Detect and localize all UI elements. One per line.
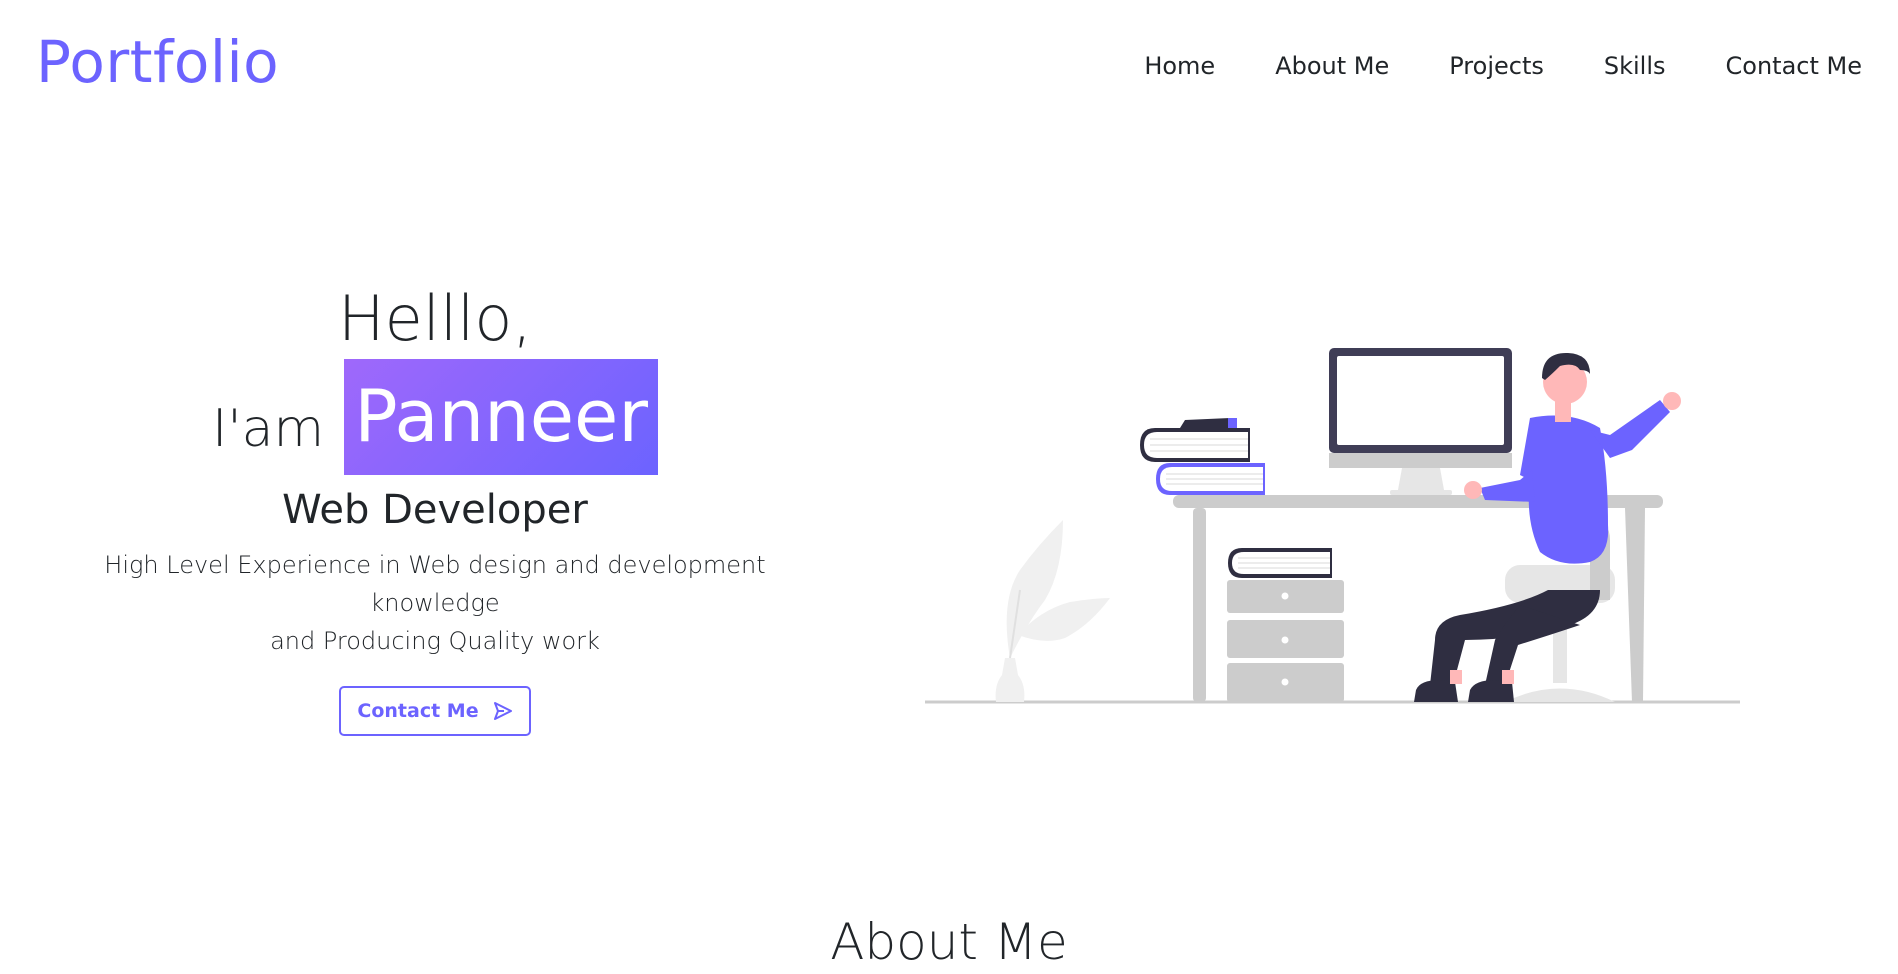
- nav-item-about[interactable]: About Me: [1275, 48, 1389, 84]
- nav-item-home[interactable]: Home: [1144, 48, 1215, 84]
- nav-item-contact[interactable]: Contact Me: [1726, 48, 1862, 84]
- nav-links: Home About Me Projects Skills Contact Me: [1084, 48, 1862, 84]
- desk-illustration: [925, 348, 1740, 704]
- book-icon: [1228, 548, 1332, 578]
- plant-icon: [995, 520, 1110, 702]
- hero-intro: Helllo, I'am Panneer Web Developer High …: [40, 280, 830, 736]
- contact-me-button[interactable]: Contact Me: [339, 686, 531, 736]
- hero-name-line: I'am Panneer: [40, 358, 830, 476]
- hero-name-highlight: Panneer: [344, 359, 658, 475]
- nav-item-projects[interactable]: Projects: [1449, 48, 1544, 84]
- hero-greeting: Helllo,: [337, 282, 533, 355]
- hero-description-line1: High Level Experience in Web design and …: [104, 551, 766, 617]
- contact-me-button-label: Contact Me: [357, 700, 479, 722]
- monitor-icon: [1329, 348, 1512, 495]
- hero-description-line2: and Producing Quality work: [270, 627, 600, 655]
- hero-role: Web Developer: [282, 487, 588, 533]
- brand-logo[interactable]: Portfolio: [36, 28, 279, 98]
- nav-item-skills[interactable]: Skills: [1604, 48, 1666, 84]
- hero-description: High Level Experience in Web design and …: [40, 546, 830, 660]
- desk-leg-right: [1625, 508, 1645, 702]
- hero-illustration: [920, 340, 1740, 710]
- hero-iam: I'am: [212, 399, 325, 459]
- desk-leg-left: [1193, 508, 1206, 702]
- books-stack-icon: [1140, 418, 1265, 495]
- send-icon: [493, 702, 513, 720]
- about-section-title: About Me: [830, 913, 1068, 971]
- navbar: Portfolio Home About Me Projects Skills …: [0, 0, 1898, 138]
